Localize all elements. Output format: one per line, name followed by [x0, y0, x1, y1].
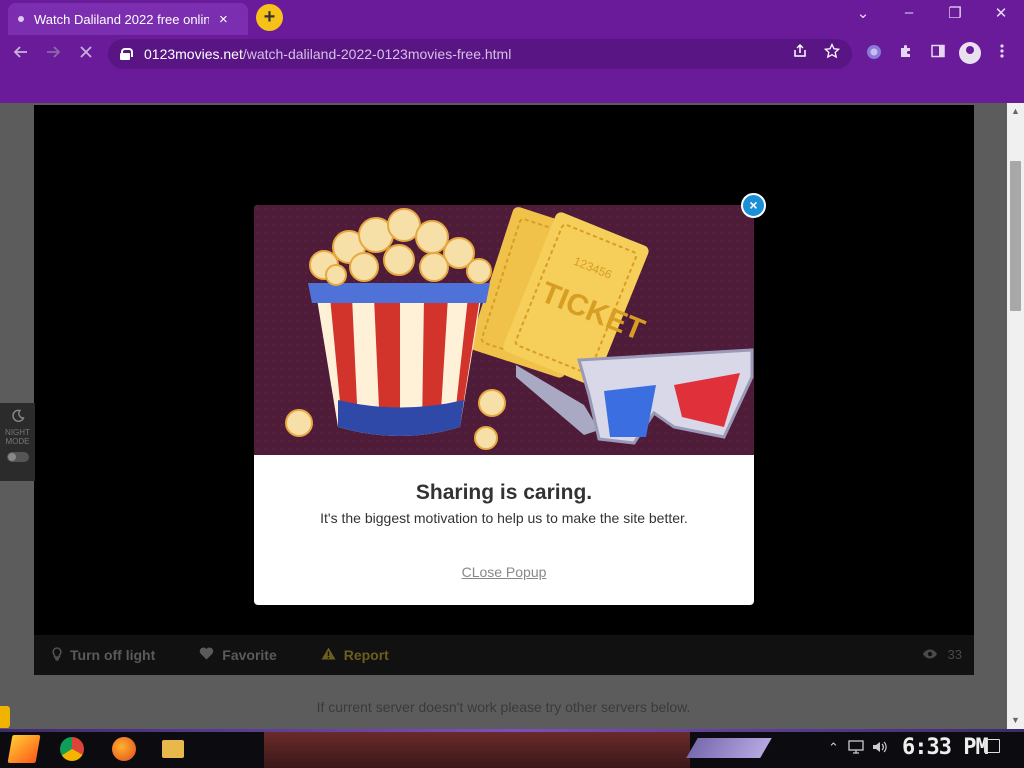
- popup-illustration: TICKET 123456: [285, 207, 754, 450]
- favorite-button[interactable]: Favorite: [199, 647, 277, 663]
- report-label: Report: [343, 647, 389, 663]
- scroll-down-icon[interactable]: ▼: [1007, 712, 1024, 729]
- browser-tab[interactable]: Watch Daliland 2022 free onlin ×: [8, 3, 248, 35]
- tab-search-icon[interactable]: ⌄: [848, 4, 878, 22]
- popcorn-bucket-icon: [308, 283, 490, 436]
- popup-body: Sharing is caring. It's the biggest moti…: [254, 455, 754, 605]
- taskbar: ⌃ 6:33 PM: [0, 729, 1024, 768]
- tab-title: Watch Daliland 2022 free onlin: [34, 11, 209, 27]
- night-mode-switch[interactable]: [6, 452, 29, 462]
- forward-icon[interactable]: [40, 41, 66, 67]
- browser-toolbar: 0123movies.net/watch-daliland-2022-0123m…: [0, 35, 1024, 103]
- url-domain: 0123movies.net: [144, 46, 243, 62]
- puzzle-icon[interactable]: [896, 43, 916, 63]
- kebab-menu-icon[interactable]: [992, 43, 1012, 63]
- sidepanel-icon[interactable]: [928, 43, 948, 63]
- close-popup-link[interactable]: CLose Popup: [462, 564, 547, 580]
- show-hidden-icons-icon[interactable]: ⌃: [828, 740, 839, 756]
- tab-strip: Watch Daliland 2022 free onlin × + ⌄ – ❐…: [0, 0, 1024, 35]
- warning-icon: [321, 647, 336, 663]
- view-count-value: 33: [947, 647, 962, 662]
- side-widget-tab[interactable]: [0, 706, 10, 728]
- profile-icon[interactable]: [959, 42, 981, 64]
- taskbar-active-window[interactable]: [264, 732, 690, 768]
- bookmark-star-icon[interactable]: [823, 42, 841, 63]
- sharing-popup: TICKET 123456 Sharing is caring. It's th…: [254, 205, 754, 605]
- scroll-thumb[interactable]: [1010, 161, 1021, 311]
- volume-icon[interactable]: [872, 740, 888, 757]
- tab-loading-icon: [18, 16, 24, 22]
- popup-subtitle: It's the biggest motivation to help us t…: [320, 510, 688, 526]
- scroll-up-icon[interactable]: ▲: [1007, 103, 1024, 120]
- close-icon[interactable]: ×: [741, 193, 766, 218]
- new-tab-button[interactable]: +: [256, 4, 283, 31]
- back-icon[interactable]: [8, 41, 34, 67]
- share-icon[interactable]: [792, 43, 808, 63]
- vertical-scrollbar[interactable]: ▲ ▼: [1007, 103, 1024, 729]
- network-icon[interactable]: [848, 740, 864, 757]
- taskbar-clock[interactable]: 6:33 PM: [902, 735, 989, 760]
- popup-title: Sharing is caring.: [415, 481, 593, 504]
- restore-button[interactable]: ❐: [940, 4, 970, 22]
- file-explorer-icon[interactable]: [162, 740, 184, 758]
- stop-loading-icon[interactable]: [73, 41, 99, 67]
- lock-icon[interactable]: [120, 48, 133, 60]
- heart-icon: [199, 647, 214, 663]
- tab-close-icon[interactable]: ×: [219, 11, 228, 28]
- notifications-icon[interactable]: [984, 739, 1000, 753]
- chrome-icon[interactable]: [60, 737, 84, 761]
- report-button[interactable]: Report: [321, 647, 389, 663]
- turn-off-light-label: Turn off light: [70, 647, 156, 663]
- eye-icon: [922, 647, 938, 662]
- lightbulb-icon: [52, 646, 62, 664]
- turn-off-light-button[interactable]: Turn off light: [52, 646, 156, 664]
- player-controls-bar: Turn off light Favorite Report 33: [34, 635, 974, 675]
- night-mode-label: NIGHT MODE: [5, 428, 30, 446]
- window-close-button[interactable]: ✕: [986, 4, 1016, 22]
- popcorn-ticket-illustration: TICKET 123456: [254, 205, 754, 455]
- view-count: 33: [922, 647, 962, 662]
- address-bar[interactable]: 0123movies.net/watch-daliland-2022-0123m…: [108, 39, 852, 69]
- server-note: If current server doesn't work please tr…: [316, 699, 691, 715]
- night-mode-toggle[interactable]: NIGHT MODE: [0, 403, 35, 481]
- firefox-icon[interactable]: [112, 737, 136, 761]
- minimize-button[interactable]: –: [894, 4, 924, 21]
- moon-icon: [0, 409, 35, 427]
- taskbar-decoration: [686, 738, 772, 758]
- start-button[interactable]: [7, 735, 41, 763]
- favorite-label: Favorite: [222, 647, 277, 663]
- extension-icon[interactable]: [864, 43, 884, 63]
- url-path: /watch-daliland-2022-0123movies-free.htm…: [242, 46, 512, 62]
